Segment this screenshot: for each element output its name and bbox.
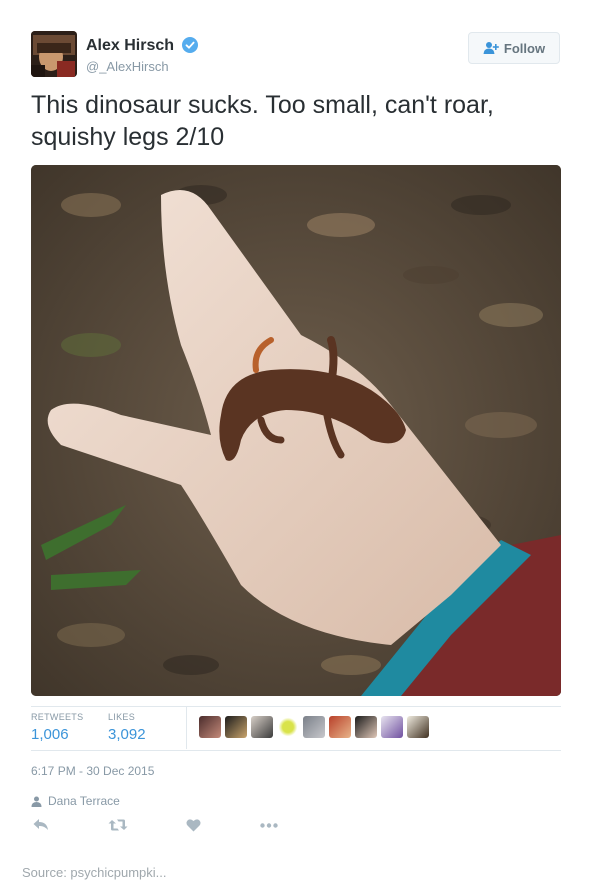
reply-button[interactable] <box>33 818 49 832</box>
retweets-count[interactable]: 1,006 <box>31 726 69 743</box>
add-user-icon <box>483 42 499 54</box>
liker-avatar[interactable] <box>251 716 273 738</box>
source-caption: Source: psychicpumpki... <box>22 865 167 880</box>
liker-avatar[interactable] <box>355 716 377 738</box>
stats-vertical-divider <box>186 707 187 749</box>
liker-avatar[interactable] <box>199 716 221 738</box>
follow-label: Follow <box>503 40 546 56</box>
retweet-icon <box>108 819 128 831</box>
tweet-photo[interactable] <box>31 165 561 696</box>
retweet-button[interactable] <box>108 818 128 832</box>
like-icon <box>186 819 201 832</box>
liker-avatars <box>199 716 429 738</box>
liker-avatar[interactable] <box>381 716 403 738</box>
likes-label: LIKES <box>108 712 136 722</box>
author-avatar[interactable] <box>31 31 77 77</box>
newt-on-hand-photo <box>31 165 561 696</box>
liker-avatar[interactable] <box>277 716 299 738</box>
liker-avatar[interactable] <box>303 716 325 738</box>
reply-icon <box>33 819 48 830</box>
retweeted-by-name: Dana Terrace <box>48 794 120 808</box>
verified-badge-icon <box>182 37 198 53</box>
author-handle[interactable]: @_AlexHirsch <box>86 59 169 74</box>
stats-top-divider <box>31 706 561 707</box>
author-name[interactable]: Alex Hirsch <box>86 37 174 55</box>
retweets-label: RETWEETS <box>31 712 84 722</box>
liker-avatar[interactable] <box>225 716 247 738</box>
follow-button[interactable]: Follow <box>468 32 560 64</box>
tweet-timestamp[interactable]: 6:17 PM - 30 Dec 2015 <box>31 764 154 778</box>
liker-avatar[interactable] <box>407 716 429 738</box>
liker-avatar[interactable] <box>329 716 351 738</box>
more-icon <box>260 823 278 828</box>
stats-bottom-divider <box>31 750 561 751</box>
retweeted-by[interactable]: Dana Terrace <box>31 794 120 808</box>
tweet-card: Alex Hirsch @_AlexHirsch Follow This din… <box>0 0 593 893</box>
more-button[interactable] <box>260 823 278 828</box>
tweet-text: This dinosaur sucks. Too small, can't ro… <box>31 91 494 151</box>
likes-count[interactable]: 3,092 <box>108 726 146 743</box>
person-icon <box>31 796 42 807</box>
like-button[interactable] <box>186 818 201 832</box>
